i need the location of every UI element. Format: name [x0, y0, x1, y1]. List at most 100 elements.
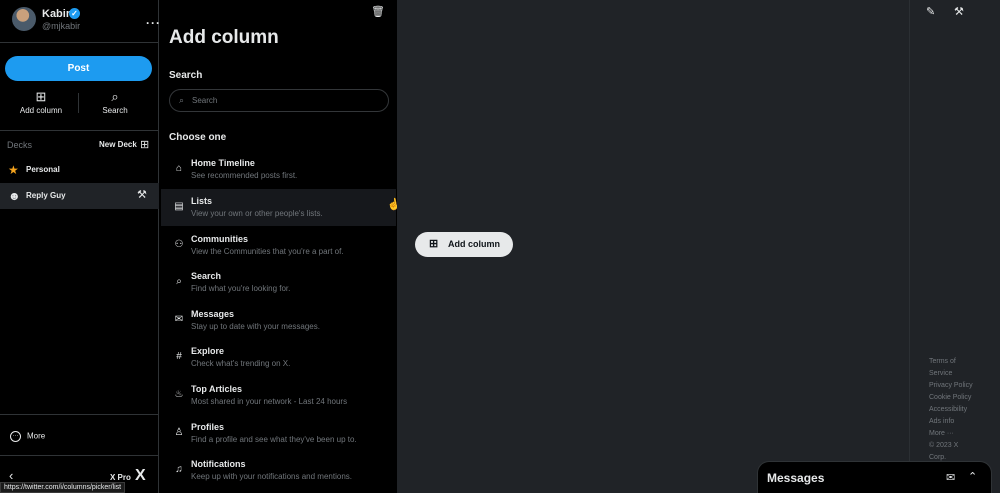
- option-notifications[interactable]: ♫ Notifications Keep up with your notifi…: [161, 452, 396, 489]
- star-icon: ★: [8, 163, 19, 177]
- add-column-icon: ⊞: [429, 238, 439, 250]
- option-description: Most shared in your network - Last 24 ho…: [191, 397, 348, 406]
- person-icon: ♙: [174, 427, 184, 438]
- option-home-timeline[interactable]: ⌂ Home Timeline See recommended posts fi…: [161, 151, 396, 188]
- search-icon: ⌕: [179, 95, 185, 105]
- option-description: Stay up to date with your messages.: [191, 322, 320, 331]
- option-explore[interactable]: # Explore Check what's trending on X.: [161, 339, 396, 376]
- option-lists[interactable]: ▤ Lists View your own or other people's …: [161, 189, 396, 226]
- right-strip: ✎ ⚒ Terms of Service Privacy Policy Cook…: [909, 0, 1000, 493]
- footer-link-terms-service[interactable]: Service: [929, 368, 989, 380]
- search-icon: ⌕: [111, 89, 119, 104]
- verified-badge-icon: ✓: [69, 8, 80, 19]
- search-input[interactable]: [192, 93, 382, 108]
- chevron-left-icon[interactable]: ‹: [9, 468, 13, 483]
- option-description: View your own or other people's lists.: [191, 209, 323, 218]
- profile-name: Kabir: [42, 8, 71, 20]
- wrench-icon[interactable]: ⚒: [137, 188, 147, 201]
- new-deck-button[interactable]: New Deck: [99, 140, 137, 149]
- option-title: Top Articles: [191, 384, 243, 394]
- bell-icon: ♫: [175, 464, 183, 475]
- option-profiles[interactable]: ♙ Profiles Find a profile and see what t…: [161, 415, 396, 452]
- reply-guy-icon: ☻: [8, 189, 21, 203]
- footer-link-privacy[interactable]: Privacy Policy: [929, 380, 989, 392]
- divider: [0, 130, 159, 131]
- divider: [78, 93, 79, 113]
- divider: [0, 455, 159, 456]
- deck-label: Reply Guy: [26, 191, 66, 200]
- hashtag-icon: #: [176, 351, 182, 362]
- home-icon: ⌂: [175, 163, 183, 174]
- footer-link-more[interactable]: More ···: [929, 428, 989, 440]
- search-icon: ⌕: [176, 276, 182, 287]
- choose-heading: Choose one: [169, 132, 227, 143]
- footer-link-cookie[interactable]: Cookie Policy: [929, 392, 989, 404]
- divider: [0, 42, 159, 43]
- new-message-icon[interactable]: ✉: [946, 471, 955, 484]
- profile-more-icon[interactable]: ···: [146, 16, 161, 30]
- trash-icon[interactable]: 🗑: [371, 5, 385, 18]
- columns-area: ⊞ Add column: [397, 0, 909, 493]
- option-top-articles[interactable]: ♨ Top Articles Most shared in your netwo…: [161, 377, 396, 414]
- option-description: Find a profile and see what they've been…: [191, 435, 357, 444]
- option-title: Search: [191, 271, 222, 281]
- footer-links: Terms of Service Privacy Policy Cookie P…: [929, 356, 989, 464]
- footer-link-accessibility[interactable]: Accessibility: [929, 404, 989, 416]
- deck-label: Personal: [26, 165, 60, 174]
- search-button[interactable]: ⌕ Search: [80, 89, 150, 115]
- option-description: See recommended posts first.: [191, 171, 298, 180]
- status-bar-url: https://twitter.com/i/columns/picker/lis…: [0, 482, 126, 493]
- option-communities[interactable]: ⚇ Communities View the Communities that …: [161, 227, 396, 264]
- divider: [0, 414, 159, 415]
- compose-icon[interactable]: ✎: [926, 5, 935, 18]
- xpro-label: X Pro: [110, 473, 131, 482]
- sidebar: Kabir ✓ @mjkabir ··· Post ⊞ Add column ⌕…: [0, 0, 160, 493]
- option-title: Home Timeline: [191, 158, 255, 168]
- option-title: Lists: [191, 196, 213, 206]
- deck-item-personal[interactable]: ★ Personal: [0, 157, 159, 183]
- add-column-label: Add column: [448, 239, 500, 249]
- option-title: Communities: [191, 234, 249, 244]
- envelope-icon: ✉: [174, 314, 184, 325]
- footer-copyright: © 2023 X: [929, 442, 959, 449]
- wrench-icon[interactable]: ⚒: [954, 5, 964, 18]
- option-title: Messages: [191, 309, 235, 319]
- add-column-main-button[interactable]: ⊞ Add column: [415, 232, 513, 257]
- option-description: Check what's trending on X.: [191, 359, 291, 368]
- profile-handle: @mjkabir: [42, 21, 81, 31]
- option-title: Notifications: [191, 459, 246, 469]
- messages-title: Messages: [767, 471, 825, 485]
- option-title: Explore: [191, 346, 225, 356]
- messages-drawer[interactable]: Messages ✉ ⌃: [757, 461, 992, 493]
- option-messages[interactable]: ✉ Messages Stay up to date with your mes…: [161, 302, 396, 339]
- option-description: View the Communities that you're a part …: [191, 247, 344, 256]
- avatar[interactable]: [12, 7, 36, 31]
- deck-item-reply-guy[interactable]: ☻ Reply Guy ⚒: [0, 183, 159, 209]
- option-description: Keep up with your notifications and ment…: [191, 472, 352, 481]
- communities-icon: ⚇: [174, 239, 184, 250]
- option-search[interactable]: ⌕ Search Find what you're looking for.: [161, 264, 396, 301]
- post-button[interactable]: Post: [5, 56, 152, 81]
- footer-link-terms[interactable]: Terms of: [929, 356, 989, 368]
- more-label: More: [27, 431, 46, 441]
- page-title: Add column: [169, 27, 279, 48]
- more-circle-icon: ···: [10, 431, 21, 442]
- x-logo-icon[interactable]: X: [135, 467, 146, 485]
- add-column-button[interactable]: ⊞ Add column: [6, 89, 76, 115]
- option-title: Profiles: [191, 422, 225, 432]
- profile-header[interactable]: Kabir ✓ @mjkabir ···: [12, 6, 160, 36]
- footer-link-ads-info[interactable]: Ads info: [929, 416, 989, 428]
- search-field[interactable]: ⌕: [169, 89, 389, 112]
- expand-up-icon[interactable]: ⌃: [968, 470, 977, 483]
- add-column-label: Add column: [19, 106, 63, 115]
- option-description: Find what you're looking for.: [191, 284, 291, 293]
- more-button[interactable]: ··· More: [10, 431, 45, 442]
- add-column-panel: 🗑 Add column Search ⌕ Choose one ⌂ Home …: [161, 0, 402, 493]
- add-column-icon: ⊞: [35, 89, 47, 104]
- flame-icon: ♨: [174, 389, 184, 400]
- decks-heading: Decks: [7, 140, 33, 150]
- list-icon: ▤: [174, 201, 184, 212]
- search-heading: Search: [169, 70, 203, 81]
- new-deck-icon[interactable]: ⊞: [140, 138, 149, 151]
- search-label: Search: [102, 106, 128, 115]
